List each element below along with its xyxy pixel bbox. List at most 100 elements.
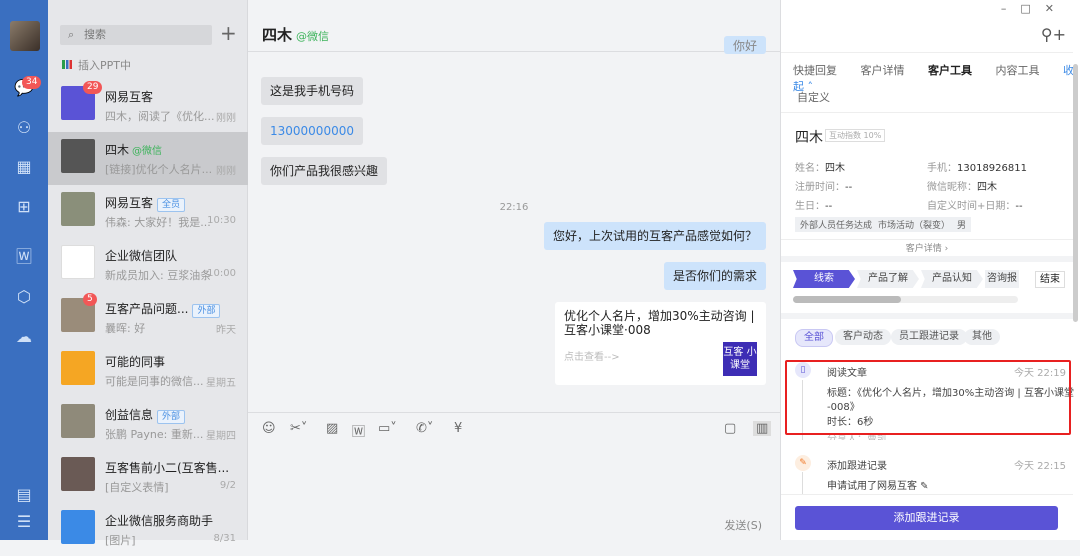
screenshot-icon[interactable]: ✂˅ [290, 421, 307, 436]
customer-panel: –□✕ ⚲+ 快捷回复 客户详情 客户工具 内容工具 收起 ˄ 自定义 四木 互… [780, 0, 1080, 540]
conversation-avatar [61, 510, 95, 544]
conversation-item[interactable]: 互客售前小二(互客售... [自定义表情] 9/2 [48, 450, 248, 503]
add-user-icon[interactable]: ⚲+ [1041, 25, 1066, 44]
window-controls[interactable]: –□✕ [1001, 2, 1068, 15]
conversation-preview: [图片] [105, 534, 136, 547]
chart-icon [62, 60, 72, 69]
conversation-time: 刚刚 [216, 113, 236, 124]
calendar-icon[interactable]: ▦ [14, 157, 34, 177]
org-icon[interactable]: ⚇ [14, 118, 34, 138]
conversation-avatar [61, 192, 95, 226]
image-icon[interactable]: ▨ [326, 421, 338, 436]
conversation-preview: 曩晖: 好 [105, 322, 146, 335]
conversation-avatar [61, 404, 95, 438]
conversation-preview: 四木，阅读了《优化... [105, 110, 215, 123]
customer-field: 姓名：四木 [795, 163, 845, 174]
conversation-avatar [61, 245, 95, 279]
scrollbar[interactable] [1073, 64, 1078, 322]
stage-scrollbar[interactable] [793, 296, 1018, 303]
filter-other[interactable]: 其他 [964, 329, 1000, 345]
customer-field: 自定义时间+日期：-- [927, 201, 1023, 212]
conversation-time: 10:30 [207, 215, 236, 226]
unread-badge: 5 [83, 293, 97, 306]
end-stage-button[interactable]: 结束 [1035, 271, 1065, 288]
filter-customer-activity[interactable]: 客户动态 [835, 329, 891, 345]
conversation-item[interactable]: 可能的同事 可能是同事的微信... 星期五 [48, 344, 248, 397]
composer[interactable]: ☺ ✂˅ ▨ 🅆 ▭˅ ✆˅ ¥ ▢ ▥ 发送(S) [248, 412, 780, 540]
tab-content-tools[interactable]: 内容工具 [996, 64, 1040, 77]
conversation-time: 刚刚 [216, 166, 236, 177]
stage-step[interactable]: 产品认知 [921, 270, 983, 288]
conversation-name: 互客售前小二(互客售... [105, 461, 230, 475]
payment-icon[interactable]: ¥ [454, 421, 462, 436]
conversation-name: 网易互客 全员 [105, 194, 186, 212]
word-icon[interactable]: 🅆 [352, 421, 365, 440]
message-bubble: 这是我手机号码 [261, 77, 364, 105]
chat-title: 四木 [262, 26, 293, 44]
stage-step[interactable]: 咨询报 [985, 270, 1019, 288]
tab-custom[interactable]: 自定义 [797, 89, 830, 105]
highlight-box [785, 360, 1071, 435]
chat-source: @微信 [296, 30, 329, 43]
conversation-time: 昨天 [216, 325, 236, 336]
folder-icon[interactable]: ▭˅ [378, 421, 397, 436]
message-bubble: 你好 [723, 36, 766, 54]
tag: 市场活动（裂变） [873, 217, 956, 232]
doc-icon[interactable]: 🅆 [14, 247, 34, 267]
history-icon[interactable]: ▢ [724, 421, 736, 436]
add-button[interactable]: + [220, 21, 237, 45]
conversation-name: 可能的同事 [105, 355, 166, 369]
conversation-avatar [61, 457, 95, 491]
send-button[interactable]: 发送(S) [724, 517, 762, 533]
conversation-avatar [61, 351, 95, 385]
user-avatar[interactable] [10, 21, 40, 51]
conversation-name: 四木 @微信 [105, 143, 163, 157]
card-thumbnail: 互客 小课堂 [723, 342, 757, 376]
conversation-item[interactable]: 创益信息 外部 张鹏 Payne: 重新... 星期四 [48, 397, 248, 450]
menu-icon[interactable]: ☰ [14, 512, 34, 532]
conversation-item[interactable]: 四木 @微信 [链接]优化个人名片... 刚刚 [48, 132, 248, 185]
sidebar-toggle-icon[interactable]: ▥ [753, 421, 772, 436]
conversation-preview: [链接]优化个人名片... [105, 163, 213, 176]
event-detail: 申请试用了网易互客 ✎ [827, 481, 929, 492]
tab-quick-reply[interactable]: 快捷回复 [793, 64, 837, 77]
filter-staff-records[interactable]: 员工跟进记录 [891, 329, 967, 345]
event-title: 添加跟进记录 [827, 461, 887, 472]
hexagon-icon[interactable]: ⬡ [14, 287, 34, 307]
nav-bar: 💬 34 ⚇ ▦ ⊞ 🅆 ⬡ ☁ ▤ ☰ [0, 0, 48, 540]
card-title: 优化个人名片，增加30%主动咨询 | 互客小课堂·008 [564, 309, 755, 337]
emoji-icon[interactable]: ☺ [262, 421, 276, 436]
phone-link[interactable]: 13000000000 [261, 117, 363, 145]
tab-customer-tools[interactable]: 客户工具 [928, 64, 972, 77]
conversation-item[interactable]: 企业微信团队 新成员加入: 豆浆油条 10:00 [48, 238, 248, 291]
conversation-time: 10:00 [207, 268, 236, 279]
stage-step[interactable]: 产品了解 [857, 270, 919, 288]
customer-detail-link[interactable]: 客户详情 › [781, 241, 1073, 254]
conversation-name: 创益信息 外部 [105, 406, 186, 424]
customer-field: 手机：13018926811 [927, 163, 1027, 174]
customer-field: 微信昵称：四木 [927, 182, 997, 193]
conversation-item[interactable]: 网易互客 全员 伟森: 大家好！我是... 10:30 [48, 185, 248, 238]
conversation-item[interactable]: 29 网易互客 四木，阅读了《优化... 刚刚 [48, 79, 248, 132]
event-time: 今天 22:15 [1014, 461, 1066, 472]
phone-icon[interactable]: ✆˅ [416, 421, 433, 436]
tab-customer-detail[interactable]: 客户详情 [861, 64, 905, 77]
card-link[interactable]: 点击查看--> [564, 348, 620, 363]
conversation-item[interactable]: 企业微信服务商助手 [图片] 8/31 [48, 503, 248, 556]
conversation-time: 8/31 [213, 533, 236, 544]
group-tag: 外部 [192, 304, 221, 318]
chat-pane: 四木 @微信 你好 这是我手机号码 13000000000 你们产品我很感兴趣 … [248, 0, 780, 540]
conversation-name: 企业微信团队 [105, 249, 178, 263]
conversation-item[interactable]: 5 互客产品问题... 外部 曩晖: 好 昨天 [48, 291, 248, 344]
filter-all[interactable]: 全部 [795, 329, 833, 347]
customer-field: 生日：-- [795, 201, 833, 212]
add-followup-button[interactable]: 添加跟进记录 [795, 506, 1058, 530]
source-label: @微信 [132, 146, 163, 157]
search-input[interactable]: ⌕ 搜索 [60, 25, 212, 45]
note-icon[interactable]: ▤ [14, 485, 34, 505]
apps-icon[interactable]: ⊞ [14, 197, 34, 217]
cloud-icon[interactable]: ☁ [14, 327, 34, 347]
stage-step[interactable]: 线索 [793, 270, 855, 288]
conversation-avatar [61, 139, 95, 173]
link-card[interactable]: 优化个人名片，增加30%主动咨询 | 互客小课堂·008 点击查看--> 互客 … [555, 302, 766, 385]
